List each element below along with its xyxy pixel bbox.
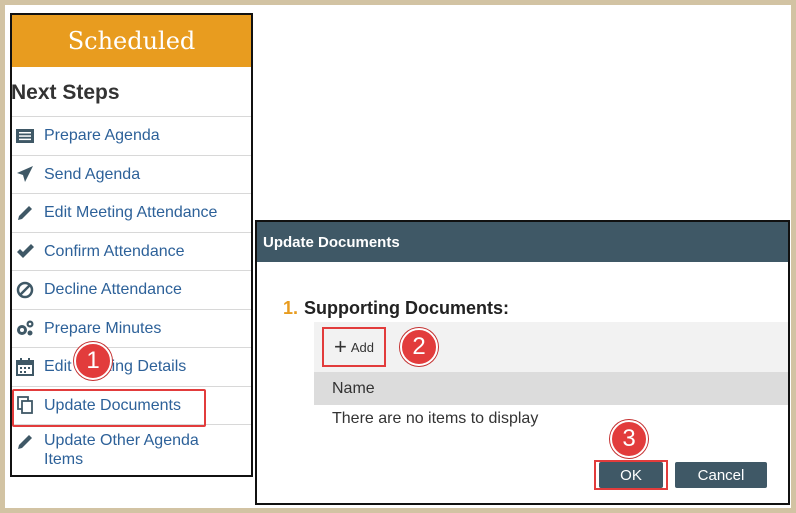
section-number: 1. — [283, 298, 299, 318]
checkmark-icon — [14, 240, 36, 262]
step-label: Decline Attendance — [44, 281, 182, 299]
documents-toolbar: + Add — [314, 322, 788, 372]
next-steps-panel: Scheduled Next Steps Prepare Agenda Send… — [10, 13, 253, 477]
step-send-agenda[interactable]: Send Agenda — [12, 156, 251, 194]
step-label: Send Agenda — [44, 165, 141, 183]
paper-plane-icon — [14, 163, 36, 185]
callout-1: 1 — [74, 342, 112, 380]
step-label: Prepare Minutes — [44, 319, 162, 337]
step-label: Confirm Attendance — [44, 242, 185, 260]
plus-icon: + — [334, 334, 347, 359]
step-label: Update Other Agenda Items — [44, 432, 199, 468]
step-edit-meeting-details[interactable]: Edit Meeting Details — [12, 348, 251, 387]
add-button-label: Add — [350, 339, 374, 355]
calendar-icon — [14, 356, 36, 378]
add-button[interactable]: + Add — [322, 327, 386, 367]
ban-icon — [14, 279, 36, 301]
step-update-other-agenda-items[interactable]: Update Other Agenda Items — [12, 425, 251, 475]
empty-message: There are no items to display — [332, 410, 539, 427]
callout-3: 3 — [610, 420, 648, 458]
step-label: Prepare Agenda — [44, 127, 160, 145]
gears-icon — [14, 317, 36, 339]
section-title: Supporting Documents: — [304, 298, 510, 318]
ok-button[interactable]: OK — [599, 462, 663, 488]
step-prepare-agenda[interactable]: Prepare Agenda — [12, 117, 251, 156]
update-documents-dialog: Update Documents 1. Supporting Documents:… — [255, 220, 790, 505]
cancel-button[interactable]: Cancel — [675, 462, 767, 488]
step-label: Update Documents — [44, 396, 181, 414]
step-confirm-attendance[interactable]: Confirm Attendance — [12, 233, 251, 271]
dialog-title: Update Documents — [257, 222, 788, 262]
next-steps-title: Next Steps — [12, 67, 251, 117]
section-heading: 1. Supporting Documents: — [283, 298, 509, 319]
ok-highlight: OK — [594, 460, 668, 490]
step-prepare-minutes[interactable]: Prepare Minutes — [12, 310, 251, 348]
status-header: Scheduled — [12, 15, 251, 67]
pencil-icon — [14, 202, 36, 224]
list-icon — [14, 125, 36, 147]
step-decline-attendance[interactable]: Decline Attendance — [12, 271, 251, 310]
pencil-icon — [14, 431, 36, 453]
callout-2: 2 — [400, 328, 438, 366]
step-label: Edit Meeting Attendance — [44, 204, 218, 222]
step-update-documents[interactable]: Update Documents — [12, 387, 251, 426]
step-label: Edit Meeting Details — [44, 358, 187, 376]
column-header-name[interactable]: Name — [314, 372, 788, 405]
step-edit-meeting-attendance[interactable]: Edit Meeting Attendance — [12, 194, 251, 233]
documents-icon — [14, 394, 36, 416]
